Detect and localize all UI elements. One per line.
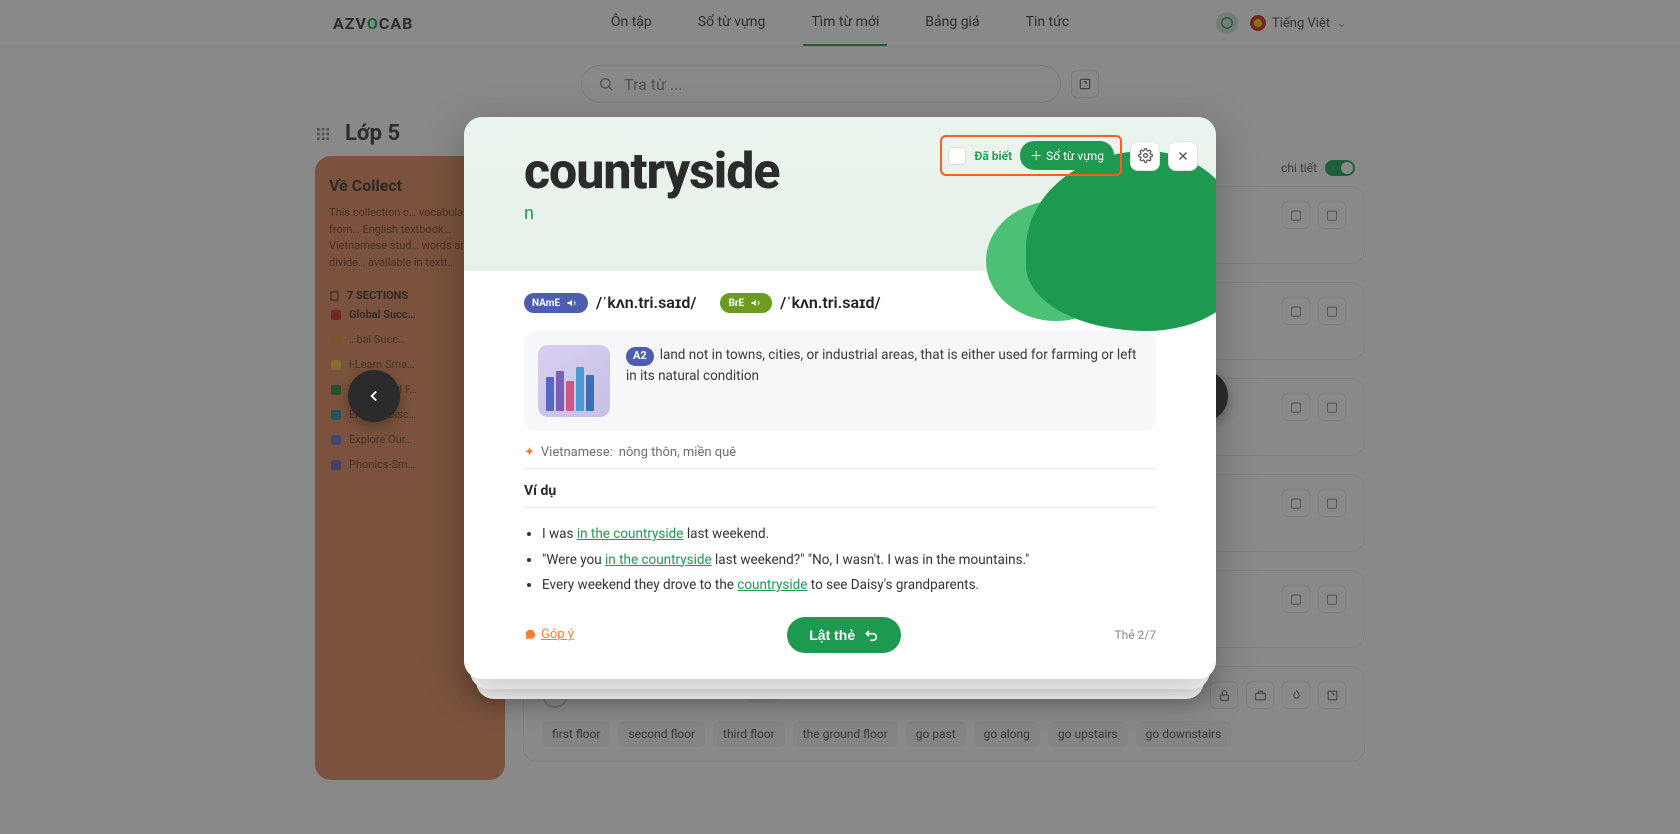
ipa-br: /ˈkʌn.tri.saɪd/ xyxy=(780,293,880,313)
example-item: Every weekend they drove to the countrys… xyxy=(542,573,1156,599)
card-header: Đã biết ＋ Sổ từ vựng countryside n xyxy=(464,117,1216,271)
divider xyxy=(524,468,1156,469)
definition-text: A2land not in towns, cities, or industri… xyxy=(626,345,1142,386)
highlight-callout: Đã biết ＋ Sổ từ vựng xyxy=(940,135,1122,176)
accent-name-button[interactable]: NAmE xyxy=(524,293,588,313)
card-top-actions: Đã biết ＋ Sổ từ vựng xyxy=(940,135,1198,176)
page-root: AZVOCAB Ôn tậpSổ từ vựngTìm từ mớiBảng g… xyxy=(0,0,1680,834)
example-item: I was in the countryside last weekend. xyxy=(542,522,1156,548)
card-footer: Góp ý Lật thẻ Thẻ 2/7 xyxy=(524,617,1156,653)
known-label: Đã biết xyxy=(974,149,1012,163)
close-button[interactable] xyxy=(1168,141,1198,171)
translation: nông thôn, miền quê xyxy=(619,445,736,460)
accent-bre-button[interactable]: BrE xyxy=(720,293,772,313)
divider xyxy=(524,507,1156,508)
example-item: "Were you in the countryside last weeken… xyxy=(542,548,1156,574)
definition-box: A2land not in towns, cities, or industri… xyxy=(524,331,1156,431)
prev-card-button[interactable] xyxy=(348,370,400,422)
add-to-wordbook-button[interactable]: ＋ Sổ từ vựng xyxy=(1020,141,1114,170)
flashcard: Đã biết ＋ Sổ từ vựng countryside n xyxy=(464,117,1216,679)
settings-button[interactable] xyxy=(1130,141,1160,171)
flashcard-stack: Đã biết ＋ Sổ từ vựng countryside n xyxy=(464,117,1216,679)
examples-list: I was in the countryside last weekend."W… xyxy=(524,522,1156,599)
speaker-icon xyxy=(566,297,578,309)
flip-card-button[interactable]: Lật thẻ xyxy=(787,617,901,653)
card-body: NAmE /ˈkʌn.tri.saɪd/ BrE /ˈkʌn.tri.saɪd/ xyxy=(464,271,1216,679)
undo-icon xyxy=(863,627,879,643)
gear-icon xyxy=(1138,148,1153,163)
cefr-level: A2 xyxy=(626,347,654,366)
star-icon: ✦ xyxy=(524,445,535,460)
definition-image xyxy=(538,345,610,417)
plus-icon: ＋ xyxy=(1030,147,1042,164)
speaker-icon xyxy=(750,297,762,309)
chat-icon xyxy=(524,628,537,641)
translation-row: ✦ Vietnamese: nông thôn, miền quê xyxy=(524,445,1156,460)
feedback-link[interactable]: Góp ý xyxy=(524,627,574,642)
examples-title: Ví dụ xyxy=(524,483,1156,499)
known-checkbox[interactable] xyxy=(948,147,966,165)
card-counter: Thẻ 2/7 xyxy=(1114,628,1156,642)
ipa-na: /ˈkʌn.tri.saɪd/ xyxy=(596,293,696,313)
examples-section: Ví dụ I was in the countryside last week… xyxy=(524,483,1156,599)
close-icon xyxy=(1176,149,1190,163)
